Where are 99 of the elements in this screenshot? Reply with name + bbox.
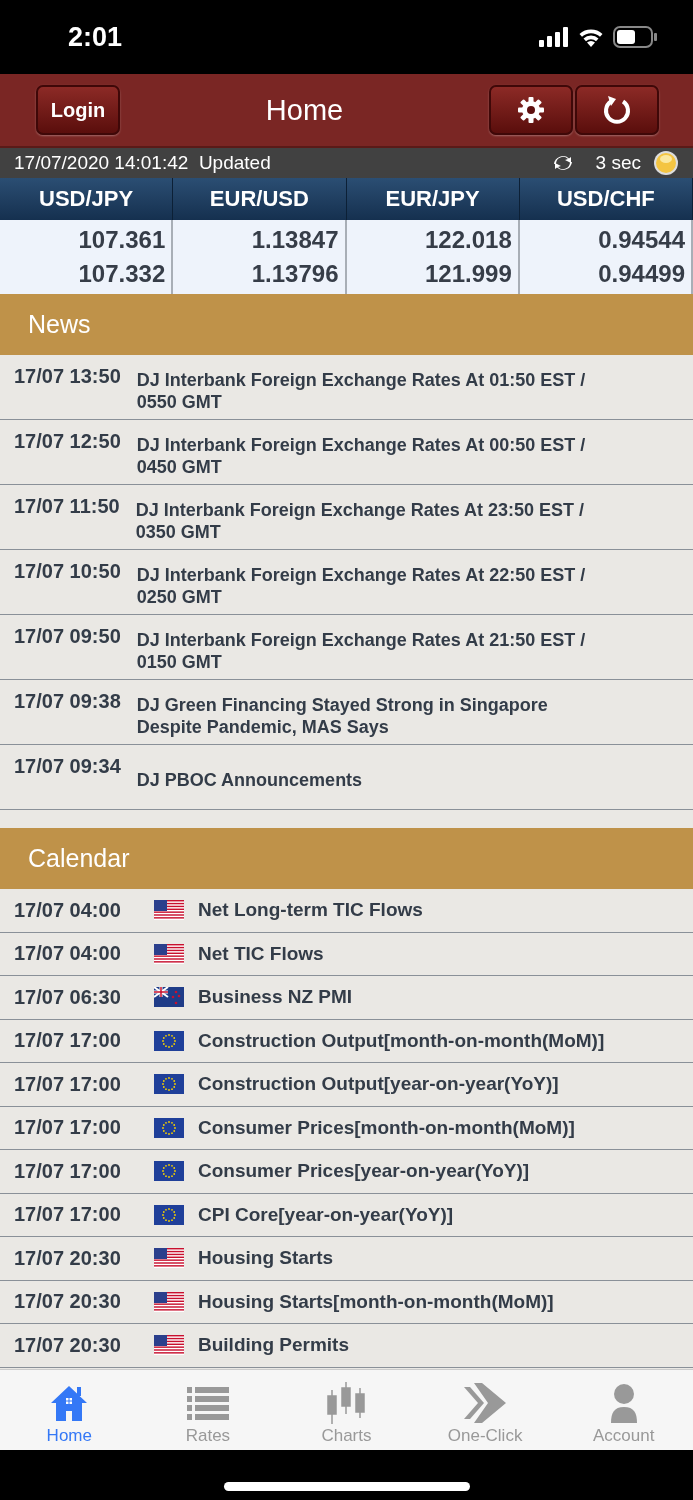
flag-icon xyxy=(154,943,184,964)
event-time: 17/07 04:00 xyxy=(14,898,122,922)
signal-icon xyxy=(539,27,569,47)
update-timestamp: 17/07/2020 14:01:42 Updated xyxy=(14,152,271,174)
calendar-item[interactable]: 17/07 20:30 Housing Starts xyxy=(0,1237,693,1281)
bid-price: 107.361 xyxy=(78,226,166,254)
section-header: Calendar xyxy=(0,828,693,889)
event-name: Net TIC Flows xyxy=(198,942,324,965)
news-time: 17/07 09:38 xyxy=(14,690,121,714)
flag-icon xyxy=(154,900,184,921)
sync-icon xyxy=(551,154,574,172)
event-name: Housing Starts[month-on-month(MoM)] xyxy=(198,1290,554,1313)
news-headline: DJ Interbank Foreign Exchange Rates At 01:50 EST / 0550 GMT xyxy=(136,369,587,414)
news-headline: DJ Green Financing Stayed Strong in Singapore Despite Pandemic, MAS Says xyxy=(136,694,549,739)
refresh-icon xyxy=(601,94,633,126)
wifi-icon xyxy=(577,27,605,47)
settings-button[interactable] xyxy=(489,85,573,135)
event-name: Construction Output[year-on-year(YoY)] xyxy=(198,1073,559,1096)
flag-icon xyxy=(154,1335,184,1356)
event-name: CPI Core[year-on-year(YoY)] xyxy=(198,1203,454,1226)
settings-icon xyxy=(516,95,546,125)
event-name: Consumer Prices[year-on-year(YoY)] xyxy=(198,1160,530,1183)
currency-pair-header[interactable]: EUR/USD xyxy=(173,178,347,220)
event-time: 17/07 20:30 xyxy=(14,1246,122,1270)
flag-icon xyxy=(154,1030,184,1051)
event-name: Net Long-term TIC Flows xyxy=(198,899,423,922)
flag-icon xyxy=(154,987,184,1008)
event-time: 17/07 20:30 xyxy=(14,1290,122,1314)
flag-icon xyxy=(154,1117,184,1138)
currency-pair-header[interactable]: USD/JPY xyxy=(0,178,174,220)
news-headline: DJ Interbank Foreign Exchange Rates At 23:50 EST / 0350 GMT xyxy=(135,499,586,544)
flag-icon xyxy=(154,1291,184,1312)
ask-price: 1.13796 xyxy=(251,260,339,288)
refresh-interval: 3 sec xyxy=(595,152,641,174)
ask-price: 121.999 xyxy=(425,260,512,288)
home-indicator[interactable] xyxy=(223,1481,470,1491)
battery-icon xyxy=(613,26,657,48)
login-button[interactable]: Login xyxy=(36,85,120,135)
flag-icon xyxy=(154,1074,184,1095)
double-chevron-icon xyxy=(464,1383,507,1423)
candlestick-icon xyxy=(325,1382,368,1424)
news-headline: DJ Interbank Foreign Exchange Rates At 21:50 EST / 0150 GMT xyxy=(136,629,587,674)
calendar-item[interactable]: 17/07 20:30 Building Permits xyxy=(0,1324,693,1368)
news-time: 17/07 10:50 xyxy=(14,560,121,584)
status-light-icon xyxy=(653,150,679,176)
event-name: Consumer Prices[month-on-month(MoM)] xyxy=(198,1116,575,1139)
news-time: 17/07 12:50 xyxy=(14,430,121,454)
news-time: 17/07 09:34 xyxy=(14,755,121,779)
bid-price: 122.018 xyxy=(425,226,512,254)
currency-pair-header[interactable]: EUR/JPY xyxy=(346,178,520,220)
event-time: 17/07 06:30 xyxy=(14,985,122,1009)
event-time: 17/07 17:00 xyxy=(14,1029,122,1053)
news-time: 17/07 11:50 xyxy=(14,495,120,519)
screen-title: Home xyxy=(265,93,344,127)
event-time: 17/07 04:00 xyxy=(14,942,122,966)
tab-bar-item[interactable]: Home xyxy=(0,1370,139,1450)
refresh-button[interactable] xyxy=(575,85,659,135)
bid-price: 1.13847 xyxy=(251,226,339,254)
event-name: Housing Starts xyxy=(198,1247,334,1270)
news-headline: DJ Interbank Foreign Exchange Rates At 00:50 EST / 0450 GMT xyxy=(136,434,587,479)
news-headline: DJ PBOC Announcements xyxy=(136,769,364,792)
news-item[interactable]: 17/07 09:38 DJ Green Financing Stayed Strong in Singapore Despite Pandemic, MAS Says xyxy=(0,680,693,745)
event-name: Business NZ PMI xyxy=(198,986,353,1009)
news-time: 17/07 09:50 xyxy=(14,625,121,649)
bid-price: 0.94544 xyxy=(598,226,685,254)
news-item[interactable]: 17/07 12:50 DJ Interbank Foreign Exchange Rates At 00:50 EST / 0450 GMT xyxy=(0,420,693,485)
event-time: 17/07 17:00 xyxy=(14,1116,122,1140)
flag-icon xyxy=(154,1161,184,1182)
clock-time: 2:01 xyxy=(68,21,123,53)
section-header: News xyxy=(0,294,693,355)
calendar-item[interactable]: 17/07 17:00 Construction Output[month-on-month(MoM)] xyxy=(0,1019,693,1063)
news-headline: DJ Interbank Foreign Exchange Rates At 22:50 EST / 0250 GMT xyxy=(136,564,587,609)
list-icon xyxy=(186,1386,229,1420)
calendar-item[interactable]: 17/07 04:00 Net Long-term TIC Flows xyxy=(0,889,693,933)
news-item[interactable]: 17/07 13:50 DJ Interbank Foreign Exchange Rates At 01:50 EST / 0550 GMT xyxy=(0,355,693,420)
news-item[interactable]: 17/07 09:34 DJ PBOC Announcements xyxy=(0,745,693,810)
calendar-item[interactable]: 17/07 20:30 Housing Starts[month-on-month(MoM)] xyxy=(0,1280,693,1324)
calendar-item[interactable]: 17/07 17:00 CPI Core[year-on-year(YoY)] xyxy=(0,1193,693,1237)
person-icon xyxy=(608,1383,639,1423)
news-time: 17/07 13:50 xyxy=(14,365,121,389)
event-name: Building Permits xyxy=(198,1334,349,1357)
calendar-item[interactable]: 17/07 17:00 Consumer Prices[year-on-year(YoY)] xyxy=(0,1150,693,1194)
event-name: Construction Output[month-on-month(MoM)] xyxy=(198,1029,605,1052)
event-time: 17/07 17:00 xyxy=(14,1072,122,1096)
calendar-item[interactable]: 17/07 17:00 Consumer Prices[month-on-month(MoM)] xyxy=(0,1106,693,1150)
news-item[interactable]: 17/07 11:50 DJ Interbank Foreign Exchange Rates At 23:50 EST / 0350 GMT xyxy=(0,485,693,550)
flag-icon xyxy=(154,1204,184,1225)
calendar-item[interactable]: 17/07 06:30 Business NZ PMI xyxy=(0,976,693,1020)
ask-price: 107.332 xyxy=(78,260,166,288)
event-time: 17/07 20:30 xyxy=(14,1333,122,1357)
event-time: 17/07 17:00 xyxy=(14,1203,122,1227)
calendar-item[interactable]: 17/07 04:00 Net TIC Flows xyxy=(0,932,693,976)
flag-icon xyxy=(154,1248,184,1269)
calendar-item[interactable]: 17/07 17:00 Construction Output[year-on-year(YoY)] xyxy=(0,1063,693,1107)
event-time: 17/07 17:00 xyxy=(14,1159,122,1183)
ask-price: 0.94499 xyxy=(598,260,685,288)
news-item[interactable]: 17/07 09:50 DJ Interbank Foreign Exchange Rates At 21:50 EST / 0150 GMT xyxy=(0,615,693,680)
news-item[interactable]: 17/07 10:50 DJ Interbank Foreign Exchange Rates At 22:50 EST / 0250 GMT xyxy=(0,550,693,615)
currency-pair-header[interactable]: USD/CHF xyxy=(519,178,693,220)
